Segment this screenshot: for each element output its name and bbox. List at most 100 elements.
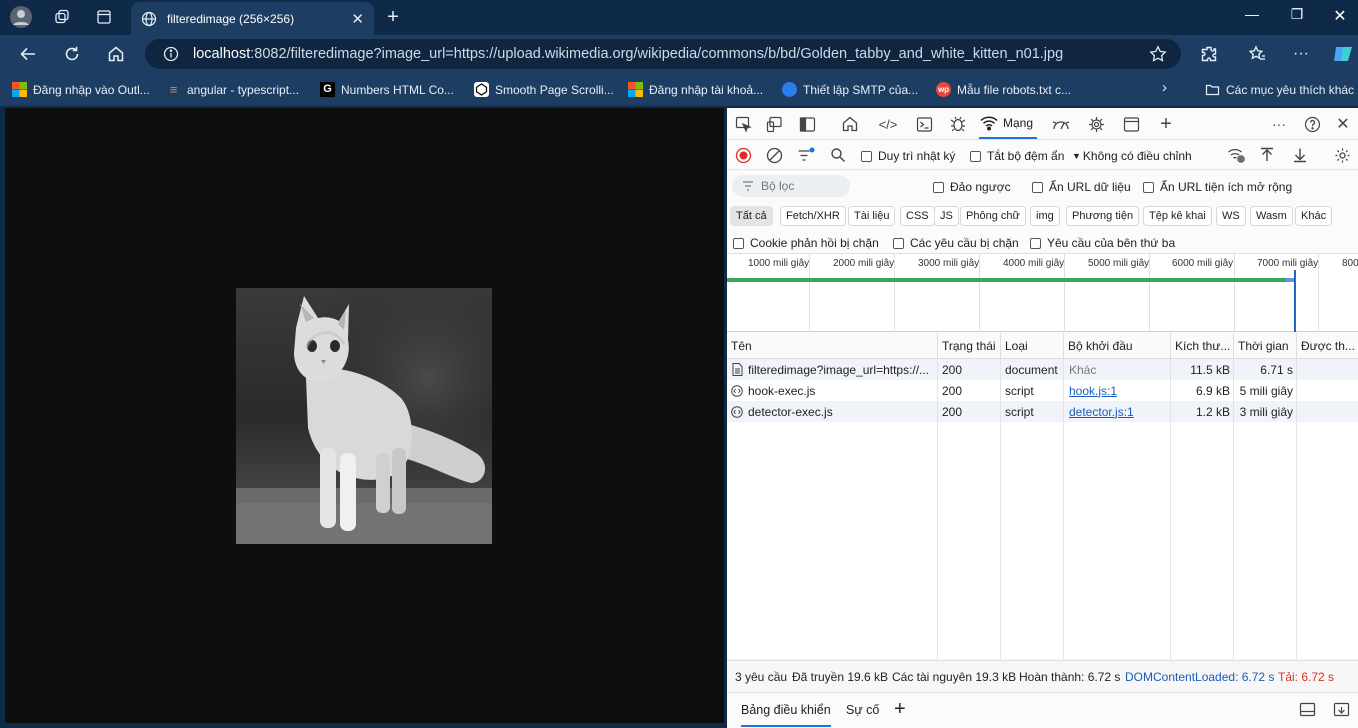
- tab-network[interactable]: Mạng: [979, 108, 1038, 139]
- network-conditions-icon[interactable]: [1226, 146, 1246, 164]
- help-icon[interactable]: [1302, 115, 1322, 133]
- throttling-select[interactable]: ▼ Không có điều chỉnh: [1072, 149, 1216, 163]
- performance-icon[interactable]: [1051, 115, 1071, 133]
- type-filter-media[interactable]: Phương tiện: [1066, 206, 1140, 226]
- filter-toggle-icon[interactable]: [796, 146, 816, 164]
- bookmark-angular[interactable]: ≡ angular - typescript...: [166, 82, 299, 97]
- column-header-status[interactable]: Trạng thái: [938, 333, 1001, 359]
- checkbox-box[interactable]: [861, 150, 872, 162]
- other-favorites-folder[interactable]: Các mục yêu thích khác: [1205, 82, 1354, 97]
- more-tools-add-icon[interactable]: +: [1156, 113, 1176, 135]
- bookmark-outlook[interactable]: Đăng nhập vào Outl...: [12, 82, 150, 97]
- bookmark-smooth-scroll[interactable]: Smooth Page Scrolli...: [474, 82, 614, 97]
- checkbox-box[interactable]: [893, 237, 904, 249]
- column-header-time[interactable]: Thời gian: [1234, 333, 1297, 359]
- hide-data-urls-checkbox[interactable]: Ẩn URL dữ liệu: [1032, 180, 1131, 194]
- tab-actions-icon[interactable]: [91, 5, 117, 29]
- table-row[interactable]: detector-exec.js 200 script detector.js:…: [727, 401, 1358, 422]
- network-overview-timeline[interactable]: 1000 mili giây 2000 mili giây 3000 mili …: [727, 254, 1358, 332]
- checkbox-box[interactable]: [1032, 181, 1043, 193]
- application-icon[interactable]: [1121, 115, 1141, 133]
- column-header-name[interactable]: Tên: [727, 333, 938, 359]
- bookmark-smtp[interactable]: Thiết lập SMTP của...: [782, 82, 918, 97]
- drawer-dock-icon[interactable]: [1299, 702, 1316, 720]
- column-header-type[interactable]: Loại: [1001, 333, 1064, 359]
- clear-icon[interactable]: [764, 146, 784, 164]
- type-filter-other[interactable]: Khác: [1295, 206, 1333, 226]
- checkbox-box[interactable]: [733, 237, 744, 249]
- column-header-initiator[interactable]: Bộ khởi đầu: [1064, 333, 1171, 359]
- drawer-tab-issues[interactable]: Sự cố: [846, 703, 879, 717]
- active-tab[interactable]: filteredimage (256×256) ✕: [131, 2, 374, 35]
- copilot-icon[interactable]: [1332, 44, 1354, 64]
- type-filter-js[interactable]: JS: [934, 206, 959, 226]
- type-filter-ws[interactable]: WS: [1216, 206, 1246, 226]
- bookmark-login[interactable]: Đăng nhập tài khoả...: [628, 82, 763, 97]
- more-menu-icon[interactable]: ···: [1290, 44, 1312, 64]
- request-initiator-link[interactable]: hook.js:1: [1069, 380, 1169, 401]
- invert-checkbox[interactable]: Đảo ngược: [933, 180, 1011, 194]
- drawer-add-tab-icon[interactable]: +: [894, 698, 906, 721]
- search-icon[interactable]: [828, 146, 848, 164]
- request-size: 6.9 kB: [1195, 383, 1230, 398]
- record-stop-icon[interactable]: [733, 146, 753, 164]
- type-filter-wasm[interactable]: Wasm: [1250, 206, 1293, 226]
- extensions-icon[interactable]: [1198, 44, 1220, 64]
- close-tab-icon[interactable]: ✕: [351, 10, 364, 28]
- drawer-expand-icon[interactable]: [1333, 702, 1350, 720]
- bookmark-robots[interactable]: wp Mẫu file robots.txt c...: [936, 82, 1071, 97]
- workspaces-icon[interactable]: [49, 5, 75, 29]
- profile-avatar[interactable]: [8, 5, 34, 29]
- disable-cache-checkbox[interactable]: Tắt bộ đệm ẩn: [970, 149, 1064, 163]
- checkbox-box[interactable]: [1030, 237, 1041, 249]
- info-icon[interactable]: [163, 46, 179, 66]
- new-tab-button[interactable]: +: [380, 5, 406, 29]
- checkbox-box[interactable]: [933, 181, 944, 193]
- console-icon[interactable]: [914, 115, 934, 133]
- column-header-size[interactable]: Kích thư...: [1171, 333, 1234, 359]
- debugger-bug-icon[interactable]: [948, 115, 968, 133]
- bookmark-numbers[interactable]: G Numbers HTML Co...: [320, 82, 454, 97]
- hide-extension-urls-checkbox[interactable]: Ẩn URL tiện ích mở rộng: [1143, 180, 1292, 194]
- table-row[interactable]: hook-exec.js 200 script hook.js:1 6.9 kB…: [727, 380, 1358, 401]
- type-filter-doc[interactable]: Tài liệu: [848, 206, 896, 226]
- home-button[interactable]: [105, 44, 127, 64]
- type-filter-font[interactable]: Phông chữ: [960, 206, 1026, 226]
- import-har-icon[interactable]: [1257, 146, 1277, 164]
- type-filter-css[interactable]: CSS: [900, 206, 935, 226]
- type-filter-manifest[interactable]: Tệp kê khai: [1143, 206, 1212, 226]
- checkbox-box[interactable]: [970, 150, 981, 162]
- inspect-element-icon[interactable]: [733, 115, 753, 133]
- blocked-requests-checkbox[interactable]: Các yêu cầu bị chặn: [893, 236, 1019, 250]
- favorites-icon[interactable]: [1246, 44, 1268, 64]
- back-button[interactable]: [17, 44, 39, 64]
- preserve-log-checkbox[interactable]: Duy trì nhật ký: [861, 149, 955, 163]
- close-window-button[interactable]: ✕: [1320, 6, 1358, 26]
- customize-more-icon[interactable]: ···: [1269, 115, 1289, 133]
- memory-icon[interactable]: [1086, 115, 1106, 133]
- close-devtools-icon[interactable]: ✕: [1333, 115, 1353, 133]
- dock-side-icon[interactable]: [797, 115, 817, 133]
- refresh-button[interactable]: [61, 44, 83, 64]
- third-party-checkbox[interactable]: Yêu cầu của bên thứ ba: [1030, 236, 1175, 250]
- bookmarks-overflow-chevron-icon[interactable]: ›: [1162, 79, 1167, 96]
- device-emulation-icon[interactable]: [764, 115, 784, 133]
- filter-input[interactable]: Bộ lọc: [732, 175, 850, 197]
- column-header-fulfilled[interactable]: Được th...: [1297, 333, 1358, 359]
- elements-icon[interactable]: </>: [878, 115, 898, 133]
- welcome-home-icon[interactable]: [840, 115, 860, 133]
- blocked-cookies-checkbox[interactable]: Cookie phản hồi bị chặn: [733, 236, 879, 250]
- minimize-button[interactable]: —: [1232, 6, 1272, 22]
- export-har-icon[interactable]: [1290, 146, 1310, 164]
- address-bar[interactable]: localhost:8082/filteredimage?image_url=h…: [145, 39, 1181, 69]
- favorite-star-icon[interactable]: [1149, 45, 1167, 67]
- type-filter-all[interactable]: Tất cả: [730, 206, 773, 226]
- type-filter-img[interactable]: img: [1030, 206, 1060, 226]
- checkbox-box[interactable]: [1143, 181, 1154, 193]
- restore-button[interactable]: ❐: [1277, 6, 1317, 23]
- drawer-tab-console[interactable]: Bảng điều khiển: [741, 703, 831, 727]
- table-row[interactable]: filteredimage?image_url=https://... 200 …: [727, 359, 1358, 380]
- type-filter-fetch-xhr[interactable]: Fetch/XHR: [780, 206, 846, 226]
- request-initiator-link[interactable]: detector.js:1: [1069, 401, 1169, 422]
- network-settings-gear-icon[interactable]: [1332, 146, 1352, 164]
